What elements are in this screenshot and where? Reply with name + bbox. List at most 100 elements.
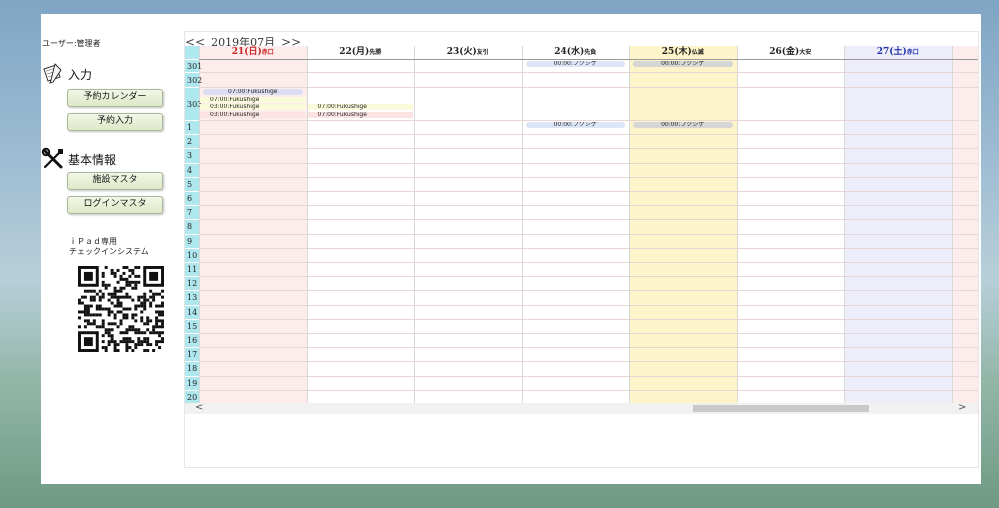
row-divider [199,134,978,136]
reservation-event[interactable]: 07:00:Fukushige [203,89,303,95]
row-divider [199,233,978,235]
room-label: 7 [185,205,199,220]
room-label: 12 [185,276,199,291]
row-divider [199,87,978,88]
tools-icon [41,147,63,169]
row-divider [199,219,978,221]
row-divider [199,318,978,320]
horizontal-scrollbar[interactable]: < > [185,402,978,414]
day-header: 28( [952,46,979,59]
row-divider [199,389,978,391]
row-divider [199,361,978,363]
day-header: 27(土)赤口 [844,46,952,59]
room-label: 15 [185,318,199,333]
day-date: 24(水) [554,47,585,57]
room-label: 8 [185,219,199,234]
column-divider [414,46,415,403]
day-rokuyo: 赤口 [906,49,919,56]
main-page: ユーザー:管理者 入力 予約カレンダー 予約入力 基本情報 施設マスタ ログイン… [41,14,981,484]
row-divider [199,262,978,263]
day-header: 21(日)赤口 [199,46,307,59]
room-label: 4 [185,162,199,177]
ipad-note-line1: ｉＰａｄ専用 [69,237,117,246]
room-label: 9 [185,233,199,248]
ipad-note: ｉＰａｄ専用 チェックインシステム [69,237,149,257]
day-column[interactable] [629,46,737,403]
row-divider [199,375,978,377]
facility-master-button[interactable]: 施設マスタ [67,172,163,190]
reservation-input-button[interactable]: 予約入力 [67,113,163,131]
section-input-label: 入力 [68,67,93,82]
day-column[interactable] [521,46,629,403]
room-label: 19 [185,375,199,390]
day-date: 26(金) [769,47,800,57]
room-label: 303 [185,87,202,120]
reservation-event[interactable]: 07:00:Fukushige [200,96,306,103]
scroll-right-button[interactable]: > [958,402,966,413]
user-label: ユーザー:管理者 [42,39,101,48]
reservation-event[interactable]: 03:00:Fukushige [200,104,306,111]
day-column[interactable] [414,46,522,403]
memo-pencil-icon [43,63,62,84]
day-date: 23(火) [446,47,477,57]
ipad-note-line2: チェックインシステム [69,247,149,256]
room-label: 5 [185,176,199,191]
room-label: 6 [185,191,199,206]
day-date: 21(日) [231,47,262,57]
room-label: 2 [185,134,199,149]
login-master-button[interactable]: ログインマスタ [67,196,163,214]
room-label: 17 [185,347,199,362]
reservation-event[interactable]: 00:00:フクシゲ [633,61,733,67]
room-label: 302 [185,72,202,87]
room-label: 301 [185,59,202,72]
reservation-event[interactable]: 03:00:Fukushige [200,112,306,119]
day-rokuyo: 仏滅 [691,49,704,56]
row-divider [199,191,978,192]
column-divider [844,46,845,403]
room-label: 11 [185,262,199,277]
row-divider [199,276,978,278]
day-column[interactable] [736,46,844,403]
reservation-event[interactable]: 00:00:フクシゲ [525,61,625,67]
row-divider [199,148,978,150]
day-header: 26(金)大安 [737,46,845,59]
room-label: 3 [185,148,199,163]
section-input: 入力 [41,62,92,86]
room-label: 18 [185,361,199,376]
row-divider [199,290,978,292]
column-divider [736,46,738,403]
scroll-left-button[interactable]: < [195,402,203,413]
day-column[interactable] [306,46,414,403]
reservation-event[interactable]: 07:00:Fukushige [307,112,413,119]
day-header: 25(木)仏滅 [629,46,737,59]
day-header: 22(月)先勝 [307,46,415,59]
room-label: 10 [185,247,199,262]
room-label: 14 [185,304,199,319]
section-basic-info: 基本情報 [41,147,116,171]
row-divider [199,304,978,306]
day-column[interactable] [844,46,952,403]
reservation-event[interactable]: 00:00:フクシゲ [525,122,625,128]
row-divider [199,333,978,334]
room-label: 1 [185,120,199,135]
calendar-grid-viewport: 21(日)赤口 22(月)先勝 23(火)友引 24(水)先負 25(木)仏滅 26(金)… [185,46,978,403]
day-column[interactable] [951,46,978,403]
column-divider [951,46,953,403]
reservation-event[interactable]: 07:00:Fukushige [307,104,413,111]
day-rokuyo: 友引 [476,49,489,56]
day-rokuyo: 赤口 [261,49,274,56]
room-label: 16 [185,333,199,348]
day-date: 27(土) [876,47,907,57]
day-rokuyo: 先負 [584,49,597,56]
row-divider [199,247,978,249]
reservation-event[interactable]: 00:00:フクシゲ [633,122,733,128]
day-rokuyo: 大安 [799,49,812,56]
column-divider [629,46,630,403]
scrollbar-thumb[interactable] [693,405,869,412]
day-date: 25(木) [661,47,692,57]
section-basic-info-label: 基本情報 [68,152,117,167]
day-header: 23(火)友引 [414,46,522,59]
row-divider [199,176,978,178]
row-divider [199,162,978,164]
reservation-calendar-button[interactable]: 予約カレンダー [67,89,163,107]
